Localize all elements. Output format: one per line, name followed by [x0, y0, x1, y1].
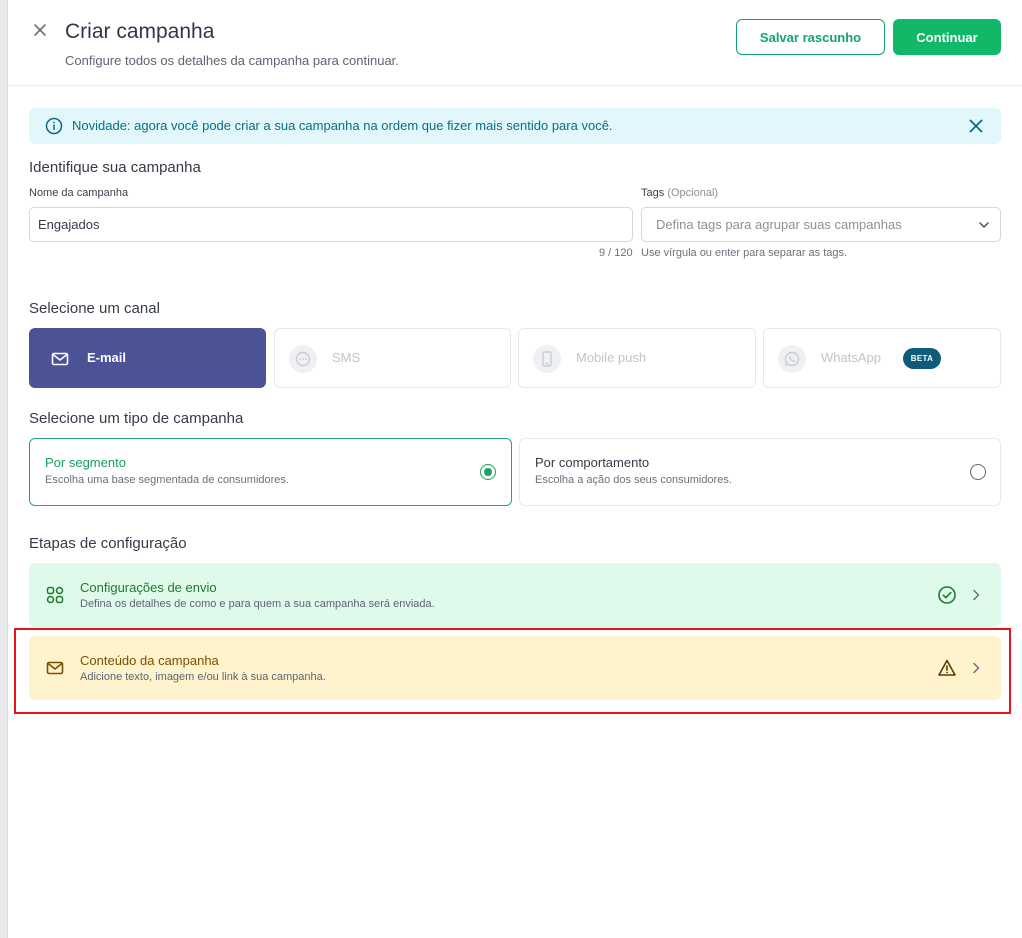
name-char-counter: 9 / 120: [599, 247, 633, 259]
radio-button[interactable]: [970, 464, 986, 480]
radio-button-selected[interactable]: [480, 464, 496, 480]
warning-triangle-icon: [938, 659, 956, 676]
step-send-settings[interactable]: Configurações de envio Defina os detalhe…: [29, 563, 1001, 627]
info-icon: [45, 117, 63, 135]
save-draft-button[interactable]: Salvar rascunho: [736, 19, 885, 55]
identify-section-title: Identifique sua campanha: [29, 159, 201, 176]
close-icon[interactable]: [30, 20, 50, 40]
tags-label-text: Tags: [641, 187, 665, 199]
beta-badge: BETA: [903, 348, 941, 369]
notice-text: Novidade: agora você pode criar a sua ca…: [72, 118, 613, 133]
continue-button[interactable]: Continuar: [893, 19, 1001, 55]
campaign-name-input[interactable]: Engajados: [29, 207, 633, 242]
tags-select[interactable]: Defina tags para agrupar suas campanhas: [641, 207, 1001, 242]
channel-sms[interactable]: SMS: [274, 328, 511, 388]
smartphone-icon: [533, 345, 561, 373]
type-option-segment[interactable]: Por segmento Escolha uma base segmentada…: [29, 438, 512, 506]
chat-bubble-icon: [289, 345, 317, 373]
page-title: Criar campanha: [65, 20, 215, 43]
info-notice: Novidade: agora você pode criar a sua ca…: [29, 108, 1001, 144]
type-option-desc: Escolha uma base segmentada de consumido…: [45, 474, 289, 486]
chevron-down-icon: [979, 222, 989, 228]
step-desc: Adicione texto, imagem e/ou link à sua c…: [80, 671, 326, 683]
steps-section-title: Etapas de configuração: [29, 535, 187, 552]
chevron-right-icon: [973, 589, 980, 601]
campaign-type-section-title: Selecione um tipo de campanha: [29, 410, 244, 427]
close-notice-icon[interactable]: [967, 117, 985, 135]
mail-icon: [46, 661, 64, 675]
step-title: Conteúdo da campanha: [80, 653, 219, 668]
check-circle-icon: [938, 586, 956, 604]
tags-optional-text: (Opcional): [667, 187, 719, 199]
channel-email-label: E-mail: [87, 350, 127, 365]
type-option-title: Por comportamento: [535, 455, 650, 470]
channel-whatsapp[interactable]: WhatsApp BETA: [763, 328, 1001, 388]
type-option-title: Por segmento: [45, 455, 126, 470]
channel-whatsapp-label: WhatsApp: [821, 350, 881, 365]
step-campaign-content[interactable]: Conteúdo da campanha Adicione texto, ima…: [29, 636, 1001, 700]
channel-section-title: Selecione um canal: [29, 300, 160, 317]
tags-hint: Use vírgula ou enter para separar as tag…: [641, 247, 848, 259]
step-desc: Defina os detalhes de como e para quem a…: [80, 598, 435, 610]
grid-icon: [46, 586, 64, 604]
mail-icon: [46, 345, 74, 373]
tags-placeholder: Defina tags para agrupar suas campanhas: [656, 217, 902, 232]
create-campaign-modal: Criar campanha Configure todos os detalh…: [8, 0, 1022, 938]
page-subtitle: Configure todos os detalhes da campanha …: [65, 53, 399, 68]
channel-email[interactable]: E-mail: [29, 328, 266, 388]
channel-mobile-push-label: Mobile push: [576, 350, 647, 365]
whatsapp-icon: [778, 345, 806, 373]
tags-label: Tags (Opcional): [641, 187, 718, 199]
channel-sms-label: SMS: [332, 350, 361, 365]
chevron-right-icon: [973, 662, 980, 674]
campaign-name-label: Nome da campanha: [29, 187, 129, 199]
modal-header: Criar campanha Configure todos os detalh…: [8, 0, 1022, 86]
channel-mobile-push[interactable]: Mobile push: [518, 328, 756, 388]
type-option-desc: Escolha a ação dos seus consumidores.: [535, 474, 732, 486]
background-strip: [0, 0, 8, 938]
step-title: Configurações de envio: [80, 580, 217, 595]
type-option-behavior[interactable]: Por comportamento Escolha a ação dos seu…: [519, 438, 1001, 506]
